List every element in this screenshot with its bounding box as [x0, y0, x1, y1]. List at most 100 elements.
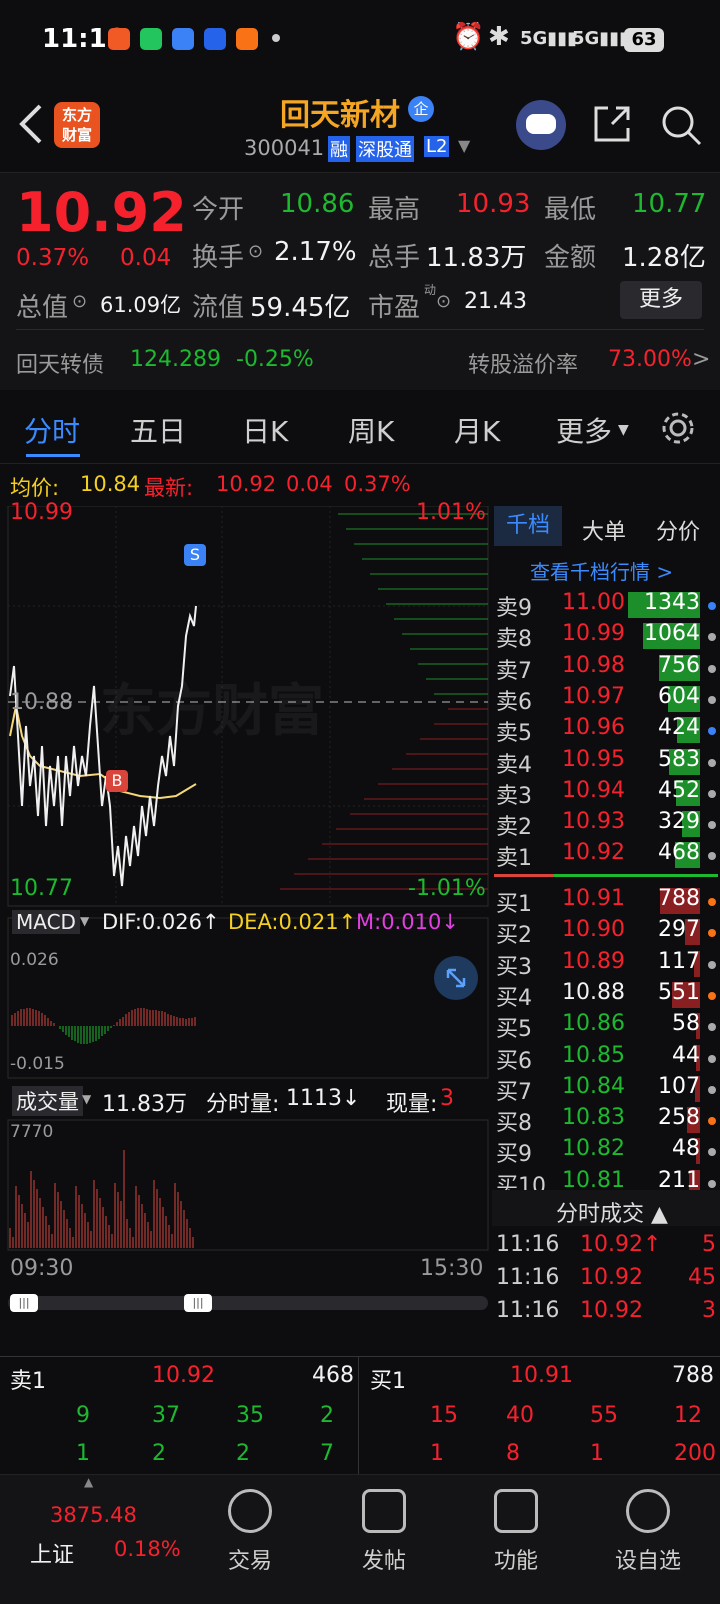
eastmoney-logo[interactable]: 东方 财富 — [54, 102, 100, 148]
tab-price-dist[interactable]: 分价 — [656, 514, 700, 546]
ask-label: 卖6 — [496, 689, 532, 715]
ask-row[interactable]: 卖4 10.95 583 — [492, 747, 720, 779]
chevron-right-icon[interactable]: > — [692, 347, 710, 372]
robot-assistant-icon[interactable] — [516, 100, 566, 150]
ask-row[interactable]: 卖8 10.99 1064 — [492, 621, 720, 653]
level-one-queue: 卖1 10.92 468 买1 10.91 788 9 37 35 2 1 2 2 7 15 40… — [0, 1356, 720, 1475]
nav-trade[interactable]: 交易 — [200, 1485, 300, 1575]
chevron-down-icon[interactable]: ▼ — [80, 914, 89, 928]
expand-icon[interactable] — [434, 956, 478, 1000]
info-icon[interactable]: ⊙ — [248, 241, 263, 262]
ask-row[interactable]: 卖1 10.92 468 — [492, 840, 720, 872]
bid-row[interactable]: 买5 10.86 58 — [492, 1011, 720, 1043]
ask-label: 卖5 — [496, 721, 532, 747]
convertible-bond-name[interactable]: 回天转债 — [16, 347, 104, 379]
chevron-down-icon[interactable]: ▼ — [82, 1092, 91, 1106]
tab-depth[interactable]: 千档 — [494, 506, 562, 546]
info-icon[interactable]: ⊙ — [72, 291, 87, 312]
bid-volume: 107 — [658, 1073, 700, 1099]
tab-weekly-k[interactable]: 周K — [348, 410, 394, 450]
connect-tag: 深股通 — [356, 136, 414, 162]
chevron-down-icon[interactable]: ▼ — [618, 422, 629, 438]
macd-selector[interactable]: MACD — [12, 910, 80, 934]
mcap-value: 61.09亿 — [100, 293, 182, 317]
more-button[interactable]: 更多 — [620, 281, 702, 319]
sell-queue-cell: 2 — [152, 1441, 166, 1466]
bid-row[interactable]: 买8 10.83 258 — [492, 1105, 720, 1137]
bid-marker-dot — [708, 929, 716, 938]
float-label: 流值 — [192, 293, 245, 323]
info-icon[interactable]: ⊙ — [436, 291, 451, 312]
search-icon[interactable] — [660, 104, 702, 146]
buy-queue-cell: 55 — [590, 1403, 618, 1428]
buy-marker[interactable]: B — [106, 770, 128, 792]
bid-row[interactable]: 买6 10.85 44 — [492, 1043, 720, 1075]
ask-row[interactable]: 卖2 10.93 329 — [492, 809, 720, 841]
nav-functions[interactable]: 功能 — [466, 1485, 566, 1575]
nav-post[interactable]: 发帖 — [334, 1485, 434, 1575]
range-handle-left[interactable]: ||| — [10, 1294, 38, 1312]
volume-label: 总手 — [368, 243, 421, 273]
nav-add-watchlist[interactable]: 设自选 — [598, 1485, 698, 1575]
bid-marker-dot — [708, 1148, 716, 1157]
sell-marker[interactable]: S — [184, 544, 206, 566]
open-value: 10.86 — [280, 189, 355, 219]
ask-volume: 329 — [658, 809, 700, 835]
bid-price: 10.91 — [562, 886, 625, 911]
ask-row[interactable]: 卖7 10.98 756 — [492, 653, 720, 685]
chart-tabs: 分时 五日 日K 周K 月K 更多 ▼ — [0, 392, 720, 464]
ask-label: 卖2 — [496, 815, 532, 841]
bluetooth-icon: ✱ — [488, 22, 510, 52]
ask-marker-dot — [708, 602, 716, 610]
ask-bid-divider-green — [554, 874, 718, 877]
float-value: 59.45亿 — [250, 293, 351, 323]
bid-volume: 551 — [658, 979, 700, 1005]
intraday-chart[interactable]: 东方财富 10.99 1.01% 10.88 10.77 -1.01% S B … — [0, 500, 490, 1356]
ask-row[interactable]: 卖3 10.94 452 — [492, 778, 720, 810]
bid-row[interactable]: 买1 10.91 788 — [492, 886, 720, 918]
tab-more[interactable]: 更多 — [556, 410, 612, 450]
signal-5g-icon: 5G▮▮▮ — [572, 28, 630, 49]
watermark: 东方财富 — [100, 679, 324, 744]
ask-row[interactable]: 卖9 11.00 1343 — [492, 590, 720, 622]
bid-row[interactable]: 买4 10.88 551 — [492, 980, 720, 1012]
tab-daily-k[interactable]: 日K — [242, 410, 288, 450]
volume-now-value: 3 — [440, 1086, 454, 1111]
edit-icon — [362, 1489, 406, 1533]
trades-header[interactable]: 分时成交 ▲ — [492, 1190, 720, 1227]
ask-row[interactable]: 卖5 10.96 424 — [492, 715, 720, 747]
back-icon[interactable] — [16, 102, 46, 146]
ask-price: 10.93 — [562, 809, 625, 835]
sell-queue-cell: 37 — [152, 1403, 180, 1428]
bid-row[interactable]: 买9 10.82 48 — [492, 1136, 720, 1168]
ask-volume: 1064 — [644, 621, 700, 647]
ask-marker-dot — [708, 821, 716, 830]
bid-volume: 117 — [658, 948, 700, 974]
share-icon[interactable] — [592, 104, 632, 144]
chevron-down-icon[interactable]: ▼ — [458, 136, 470, 155]
tab-five-day[interactable]: 五日 — [130, 410, 186, 450]
ask-volume: 756 — [658, 652, 700, 678]
ask-price: 10.98 — [562, 652, 625, 678]
bid-row[interactable]: 买2 10.90 297 — [492, 917, 720, 949]
range-handle-right[interactable]: ||| — [184, 1294, 212, 1312]
volume-axis-max: 7770 — [10, 1122, 54, 1142]
tab-intraday[interactable]: 分时 — [24, 410, 80, 450]
bid-row[interactable]: 买3 10.89 117 — [492, 949, 720, 981]
tab-monthly-k[interactable]: 月K — [454, 410, 500, 450]
trade-row: 11:16 10.92 3 — [492, 1298, 720, 1330]
app-notification-icon — [236, 28, 258, 50]
index-value[interactable]: 3875.48 — [50, 1503, 137, 1527]
ask-label: 卖9 — [496, 596, 532, 621]
bid-row[interactable]: 买7 10.84 107 — [492, 1074, 720, 1106]
high-label: 最高 — [368, 195, 421, 225]
ask-row[interactable]: 卖6 10.97 604 — [492, 684, 720, 716]
app-notification-icon — [108, 28, 130, 50]
volume-selector[interactable]: 成交量 — [12, 1086, 83, 1116]
tab-big-orders[interactable]: 大单 — [582, 514, 626, 546]
volume-value: 11.83万 — [426, 243, 527, 273]
settings-gear-icon[interactable] — [660, 410, 696, 446]
depth-link[interactable]: 查看千档行情 > — [530, 556, 673, 585]
stock-name[interactable]: 回天新材 — [280, 90, 400, 134]
index-name[interactable]: 上证 — [30, 1537, 74, 1569]
